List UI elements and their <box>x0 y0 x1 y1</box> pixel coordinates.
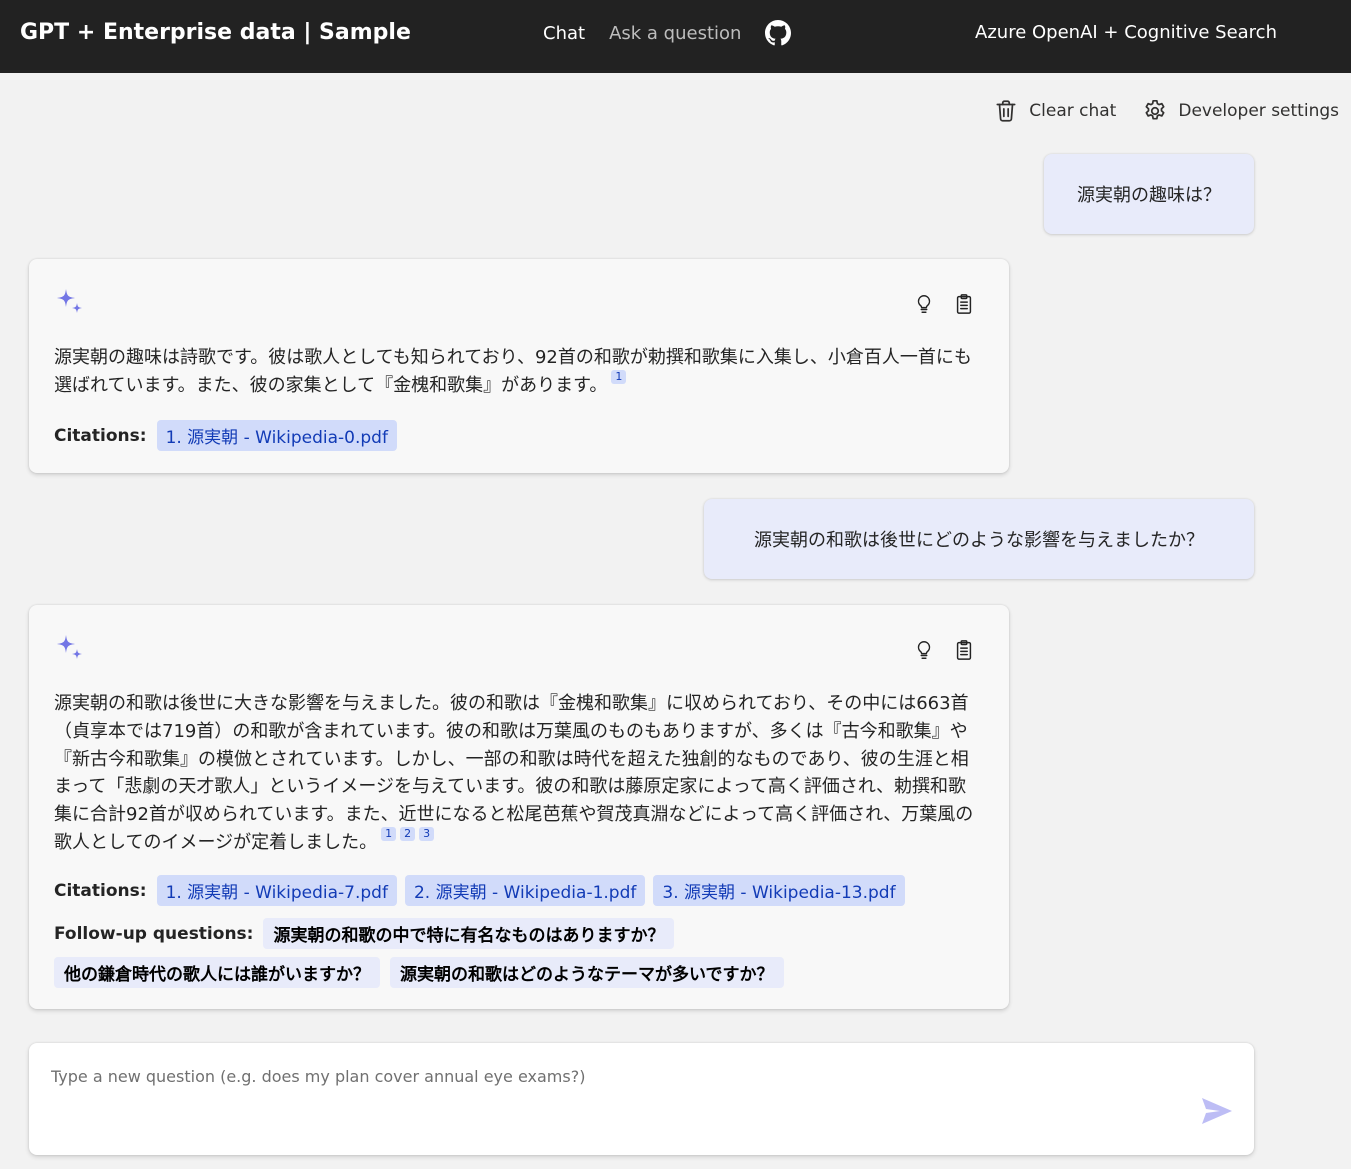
header-nav: Chat Ask a question <box>543 20 792 46</box>
github-icon[interactable] <box>765 20 792 46</box>
command-bar: Clear chat Developer settings <box>993 98 1339 124</box>
citation-link[interactable]: 1. 源実朝 - Wikipedia-7.pdf <box>156 875 397 906</box>
answer-card: 源実朝の和歌は後世に大きな影響を与えました。彼の和歌は『金槐和歌集』に収められて… <box>29 605 1009 1009</box>
citation-link[interactable]: 2. 源実朝 - Wikipedia-1.pdf <box>404 875 646 906</box>
clipboard-icon[interactable] <box>953 293 975 315</box>
citation-marker[interactable]: 1 <box>381 826 397 841</box>
citations: Citations: 1. 源実朝 - Wikipedia-7.pdf 2. 源… <box>54 875 905 906</box>
citations: Citations: 1. 源実朝 - Wikipedia-0.pdf <box>54 420 397 451</box>
answer-card: 源実朝の趣味は詩歌です。彼は歌人としても知られており、92首の和歌が勅撰和歌集に… <box>29 259 1009 473</box>
trash-icon <box>993 98 1019 124</box>
answer-body: 源実朝の和歌は後世に大きな影響を与えました。彼の和歌は『金槐和歌集』に収められて… <box>54 693 974 853</box>
send-icon[interactable] <box>1200 1096 1234 1130</box>
nav-chat[interactable]: Chat <box>543 23 585 44</box>
question-input[interactable] <box>51 1067 1191 1127</box>
user-message: 源実朝の和歌は後世にどのような影響を与えましたか？ <box>704 499 1254 579</box>
citation-marker[interactable]: 3 <box>419 826 435 841</box>
developer-settings-button[interactable]: Developer settings <box>1142 98 1339 124</box>
answer-body: 源実朝の趣味は詩歌です。彼は歌人としても知られており、92首の和歌が勅撰和歌集に… <box>54 347 972 396</box>
followup-questions: Follow-up questions: 源実朝の和歌の中で特に有名なものはあり… <box>54 918 784 996</box>
gear-icon <box>1142 98 1168 124</box>
answer-actions <box>913 639 975 661</box>
answer-text: 源実朝の趣味は詩歌です。彼は歌人としても知られており、92首の和歌が勅撰和歌集に… <box>54 344 977 400</box>
answer-actions <box>913 293 975 315</box>
citation-link[interactable]: 1. 源実朝 - Wikipedia-0.pdf <box>156 420 397 451</box>
followup-label: Follow-up questions: <box>54 923 254 944</box>
citation-link[interactable]: 3. 源実朝 - Wikipedia-13.pdf <box>653 875 905 906</box>
lightbulb-icon[interactable] <box>913 293 935 315</box>
followup-question[interactable]: 源実朝の和歌はどのようなテーマが多いですか？ <box>390 957 784 988</box>
followup-question[interactable]: 他の鎌倉時代の歌人には誰がいますか？ <box>54 957 380 988</box>
question-input-box <box>29 1043 1254 1155</box>
sparkle-icon <box>55 287 85 321</box>
clipboard-icon[interactable] <box>953 639 975 661</box>
answer-text: 源実朝の和歌は後世に大きな影響を与えました。彼の和歌は『金槐和歌集』に収められて… <box>54 690 977 857</box>
developer-settings-label: Developer settings <box>1178 101 1339 121</box>
header-right-title: Azure OpenAI + Cognitive Search <box>975 22 1277 43</box>
citation-marker[interactable]: 1 <box>611 369 627 384</box>
followup-question[interactable]: 源実朝の和歌の中で特に有名なものはありますか？ <box>263 918 675 949</box>
user-message: 源実朝の趣味は？ <box>1044 154 1254 234</box>
lightbulb-icon[interactable] <box>913 639 935 661</box>
clear-chat-label: Clear chat <box>1029 101 1117 121</box>
citations-label: Citations: <box>54 425 147 446</box>
citations-label: Citations: <box>54 880 147 901</box>
user-message-text: 源実朝の和歌は後世にどのような影響を与えましたか？ <box>754 530 1204 551</box>
sparkle-icon <box>55 633 85 667</box>
clear-chat-button[interactable]: Clear chat <box>993 98 1116 124</box>
app-title[interactable]: GPT + Enterprise data | Sample <box>20 20 411 45</box>
app-header: GPT + Enterprise data | Sample Chat Ask … <box>0 0 1351 73</box>
user-message-text: 源実朝の趣味は？ <box>1077 185 1221 206</box>
citation-marker[interactable]: 2 <box>400 826 416 841</box>
nav-ask-question[interactable]: Ask a question <box>609 23 741 44</box>
